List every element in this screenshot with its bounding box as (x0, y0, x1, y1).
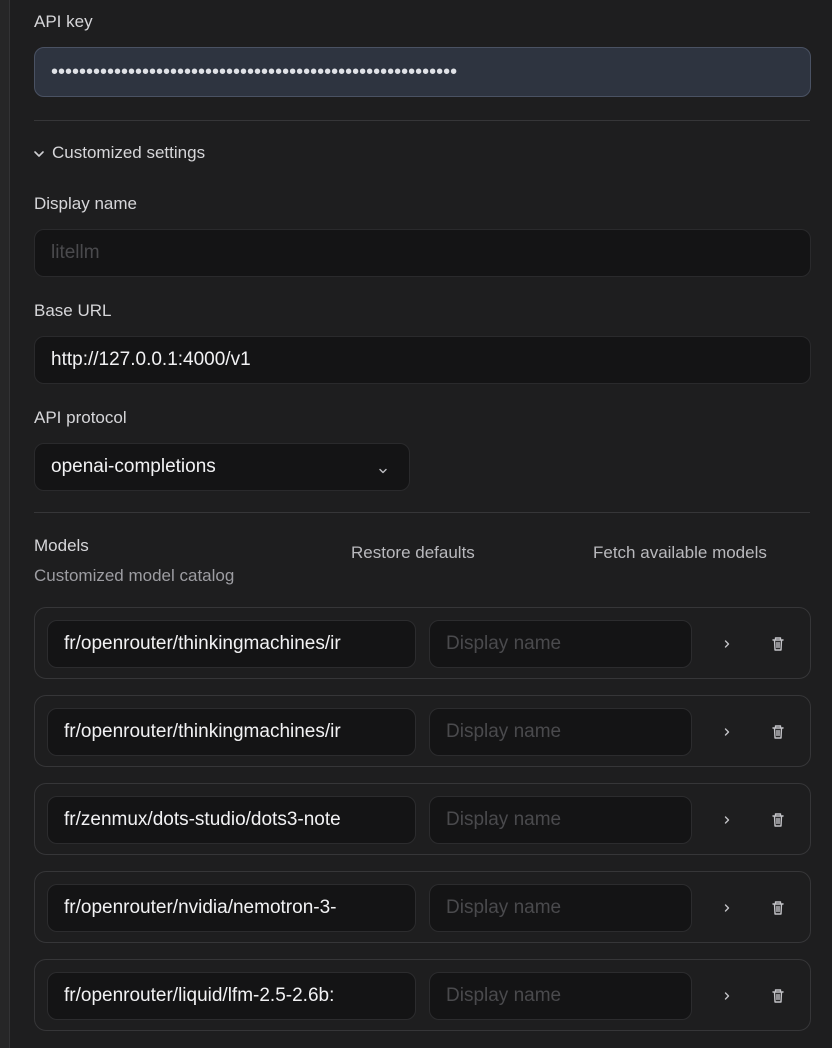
model-row: fr/openrouter/liquid/lfm-2.5-2.6b: Displ… (34, 959, 811, 1031)
model-id-input[interactable]: fr/openrouter/thinkingmachines/ir (47, 708, 416, 756)
trash-icon[interactable] (766, 984, 790, 1008)
base-url-value: http://127.0.0.1:4000/v1 (51, 349, 251, 370)
chevron-down-icon (32, 146, 46, 160)
display-name-placeholder: litellm (51, 242, 100, 263)
models-title: Models (34, 536, 89, 555)
display-name-label: Display name (34, 194, 137, 213)
model-id-input[interactable]: fr/openrouter/nvidia/nemotron-3- (47, 884, 416, 932)
model-display-name-input[interactable]: Display name (429, 972, 692, 1020)
base-url-label: Base URL (34, 301, 112, 320)
chevron-right-icon[interactable] (715, 808, 739, 832)
chevron-right-icon[interactable] (715, 720, 739, 744)
model-row: fr/openrouter/thinkingmachines/ir Displa… (34, 695, 811, 767)
chevron-down-icon (377, 461, 389, 483)
chevron-right-icon[interactable] (715, 984, 739, 1008)
model-display-name-input[interactable]: Display name (429, 796, 692, 844)
divider (34, 512, 810, 513)
provider-settings-panel: API key ••••••••••••••••••••••••••••••••… (0, 0, 832, 1048)
customized-settings-toggle[interactable]: Customized settings (32, 143, 205, 163)
model-display-name-input[interactable]: Display name (429, 708, 692, 756)
chevron-right-icon[interactable] (715, 896, 739, 920)
trash-icon[interactable] (766, 720, 790, 744)
model-row: fr/openrouter/nvidia/nemotron-3- Display… (34, 871, 811, 943)
model-row: fr/zenmux/dots-studio/dots3-note Display… (34, 783, 811, 855)
api-protocol-selected: openai-completions (51, 456, 216, 477)
divider (34, 120, 810, 121)
api-key-input[interactable]: ••••••••••••••••••••••••••••••••••••••••… (34, 47, 811, 97)
restore-defaults-button[interactable]: Restore defaults (351, 543, 475, 563)
trash-icon[interactable] (766, 808, 790, 832)
base-url-input[interactable]: http://127.0.0.1:4000/v1 (34, 336, 811, 384)
models-subtitle: Customized model catalog (34, 566, 235, 585)
api-protocol-select[interactable]: openai-completions (34, 443, 410, 491)
trash-icon[interactable] (766, 896, 790, 920)
model-id-input[interactable]: fr/openrouter/liquid/lfm-2.5-2.6b: (47, 972, 416, 1020)
display-name-input[interactable]: litellm (34, 229, 811, 277)
chevron-right-icon[interactable] (715, 632, 739, 656)
model-display-name-input[interactable]: Display name (429, 884, 692, 932)
fetch-available-models-button[interactable]: Fetch available models (593, 543, 767, 563)
left-gutter (0, 0, 10, 1048)
api-key-masked-value: ••••••••••••••••••••••••••••••••••••••••… (51, 61, 458, 83)
customized-settings-label: Customized settings (52, 143, 206, 162)
trash-icon[interactable] (766, 632, 790, 656)
model-display-name-input[interactable]: Display name (429, 620, 692, 668)
api-protocol-label: API protocol (34, 408, 127, 427)
model-row: fr/openrouter/thinkingmachines/ir Displa… (34, 607, 811, 679)
api-key-label: API key (34, 12, 93, 31)
model-id-input[interactable]: fr/zenmux/dots-studio/dots3-note (47, 796, 416, 844)
model-id-input[interactable]: fr/openrouter/thinkingmachines/ir (47, 620, 416, 668)
